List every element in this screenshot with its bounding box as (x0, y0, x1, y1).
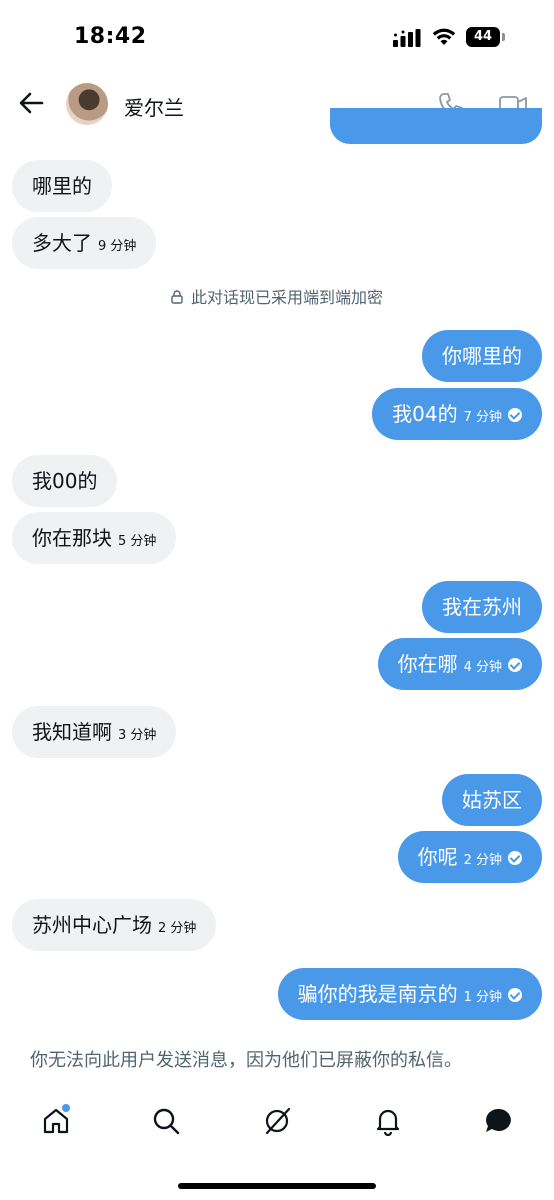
message-sent[interactable]: 你哪里的 (422, 330, 542, 382)
message-sent[interactable]: 我在苏州 (422, 581, 542, 633)
message-text: 我知道啊 (32, 720, 112, 744)
back-arrow-icon[interactable] (18, 90, 44, 116)
message-sent[interactable]: 我04的 7 分钟 (372, 388, 542, 440)
read-check-icon (508, 851, 522, 865)
messages-icon[interactable] (483, 1106, 513, 1136)
message-text: 我00的 (32, 469, 98, 493)
message-text: 苏州中心广场 (32, 913, 152, 937)
message-text: 哪里的 (32, 174, 92, 198)
message-timestamp: 2 分钟 (463, 853, 502, 868)
cellular-signal-icon (393, 29, 421, 47)
message-sent[interactable]: 你在哪 4 分钟 (377, 638, 542, 690)
message-timestamp: 4 分钟 (463, 660, 502, 675)
message-text: 我在苏州 (442, 595, 522, 619)
battery-indicator: 44 (466, 27, 506, 47)
message-sent[interactable]: 骗你的我是南京的 1 分钟 (277, 968, 542, 1020)
message-text: 你在那块 (32, 526, 112, 550)
message-sent[interactable]: 你呢 2 分钟 (397, 831, 542, 883)
blocked-notice: 你无法向此用户发送消息，因为他们已屏蔽你的私信。 (30, 1050, 462, 1071)
message-received[interactable]: 你在那块 5 分钟 (12, 512, 177, 564)
message-timestamp: 5 分钟 (118, 534, 157, 549)
message-timestamp: 7 分钟 (463, 410, 502, 425)
message-text: 多大了 (32, 231, 92, 255)
message-sent[interactable]: 姑苏区 (442, 774, 542, 826)
message-received[interactable]: 苏州中心广场 2 分钟 (12, 899, 217, 951)
message-received[interactable]: 哪里的 (12, 160, 112, 212)
encryption-notice: 此对话现已采用端到端加密 (0, 284, 554, 308)
read-check-icon (508, 408, 522, 422)
message-timestamp: 3 分钟 (118, 728, 157, 743)
status-bar: 18:42 44 (0, 0, 554, 70)
message-timestamp: 2 分钟 (158, 921, 197, 936)
message-text: 你呢 (417, 845, 458, 869)
message-timestamp: 1 分钟 (463, 990, 502, 1005)
encryption-notice-text: 此对话现已采用端到端加密 (190, 288, 383, 307)
message-text: 你在哪 (397, 652, 458, 676)
message-timestamp: 9 分钟 (98, 239, 137, 254)
notifications-icon[interactable] (373, 1106, 403, 1136)
lock-icon (171, 290, 183, 304)
home-indicator (178, 1183, 376, 1189)
contact-avatar[interactable] (66, 83, 108, 125)
message-text: 我04的 (392, 402, 458, 426)
battery-level: 44 (466, 27, 500, 47)
message-received[interactable]: 我00的 (12, 455, 118, 507)
message-bubble-partial (330, 108, 542, 144)
battery-cap (502, 33, 505, 41)
grok-icon[interactable] (262, 1106, 292, 1136)
message-text: 姑苏区 (462, 788, 522, 812)
bottom-navigation (0, 1098, 554, 1154)
wifi-icon (432, 28, 456, 45)
message-text: 你哪里的 (442, 344, 522, 368)
search-icon[interactable] (151, 1106, 181, 1136)
message-received[interactable]: 多大了 9 分钟 (12, 217, 157, 269)
contact-name[interactable]: 爱尔兰 (124, 92, 184, 121)
read-check-icon (508, 658, 522, 672)
status-time: 18:42 (74, 24, 147, 49)
message-received[interactable]: 我知道啊 3 分钟 (12, 706, 177, 758)
read-check-icon (508, 988, 522, 1002)
home-notification-dot (62, 1104, 70, 1112)
message-text: 骗你的我是南京的 (297, 982, 458, 1006)
